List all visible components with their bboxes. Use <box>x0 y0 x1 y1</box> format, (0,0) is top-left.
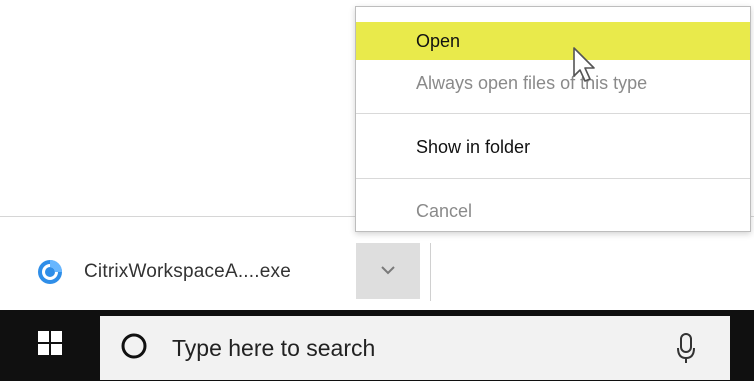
citrix-workspace-icon <box>36 258 64 286</box>
menu-item-always-open[interactable]: Always open files of this type <box>356 63 750 103</box>
menu-item-label: Open <box>416 30 461 51</box>
start-button[interactable] <box>0 310 100 381</box>
menu-item-label: Show in folder <box>416 136 531 157</box>
menu-separator <box>356 178 750 179</box>
taskbar: Type here to search <box>0 310 754 381</box>
menu-item-cancel[interactable]: Cancel <box>356 192 750 230</box>
menu-item-label: Always open files of this type <box>416 72 648 93</box>
microphone-icon[interactable] <box>674 330 698 366</box>
shelf-divider <box>430 243 431 301</box>
taskbar-right-area <box>730 310 754 381</box>
cortana-circle-icon <box>120 332 148 360</box>
menu-item-show-in-folder[interactable]: Show in folder <box>356 127 750 167</box>
windows-logo-icon <box>37 330 63 361</box>
menu-separator <box>356 113 750 114</box>
menu-item-label: Cancel <box>416 200 473 221</box>
mouse-cursor-icon <box>570 46 600 86</box>
download-options-button[interactable] <box>356 243 420 299</box>
menu-item-open[interactable]: Open <box>356 22 750 60</box>
taskbar-search-box[interactable]: Type here to search <box>100 316 730 380</box>
chevron-down-icon <box>380 262 396 280</box>
search-placeholder: Type here to search <box>172 334 376 361</box>
screen: CitrixWorkspaceA....exe Open Always open… <box>0 0 754 381</box>
download-item[interactable]: CitrixWorkspaceA....exe <box>36 247 291 297</box>
download-context-menu: Open Always open files of this type Show… <box>355 6 751 232</box>
download-filename: CitrixWorkspaceA....exe <box>84 261 291 282</box>
